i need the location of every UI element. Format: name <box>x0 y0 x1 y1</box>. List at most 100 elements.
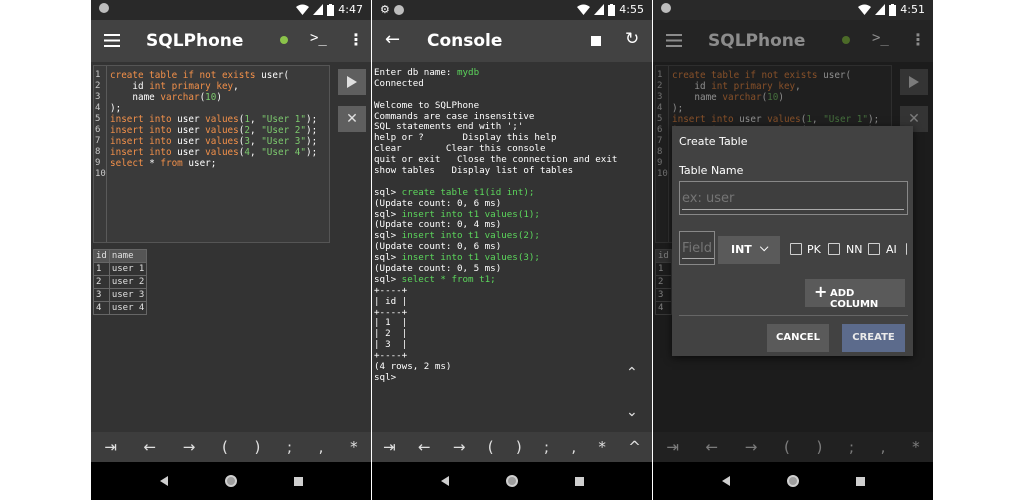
battery-icon <box>889 3 897 16</box>
refresh-icon[interactable]: ↻ <box>625 29 639 49</box>
console-line: | 3 | <box>374 339 648 351</box>
symbol-key[interactable]: ← <box>418 438 431 456</box>
code-text: * <box>149 158 161 169</box>
nn-checkbox[interactable] <box>828 243 840 255</box>
app-bar: ← Console ↻ <box>372 20 652 62</box>
code-line: insert into user values(1, "User 1"); <box>110 114 317 125</box>
console-output[interactable]: Enter db name: mydb Connected Welcome to S… <box>374 67 648 384</box>
symbol-key[interactable]: ( <box>488 438 494 456</box>
code-line: insert into user values(4, "User 4"); <box>110 147 317 158</box>
nav-back-icon[interactable] <box>721 476 730 486</box>
console-text: sql> <box>374 252 402 264</box>
symbol-key[interactable]: → <box>183 438 196 456</box>
kw-token: create table if not exists <box>110 70 262 81</box>
back-arrow-icon[interactable]: ← <box>385 29 400 50</box>
kw-token: values <box>205 114 239 125</box>
dialog-divider <box>679 315 908 316</box>
pk-checkbox-label: PK <box>807 243 821 256</box>
nav-home-icon[interactable] <box>505 475 518 487</box>
symbol-key[interactable]: * <box>598 438 606 456</box>
console-text: sql> <box>374 230 402 242</box>
add-column-button[interactable]: + ADD COLUMN <box>805 279 905 310</box>
line-number: 3 <box>95 92 101 102</box>
symbol-key[interactable]: ( <box>222 438 228 456</box>
symbol-key[interactable]: ; <box>287 438 292 456</box>
console-line: +----+ <box>374 307 648 319</box>
app-bar: SQLPhone >_ ⋮ <box>91 20 371 62</box>
sql-editor[interactable]: 1 2 3 4 5 6 7 8 9 10 create table if not exists u… <box>93 65 330 243</box>
kw-token: insert into <box>110 125 178 136</box>
symbol-key[interactable]: ^ <box>628 438 641 456</box>
kw-token: select <box>110 158 150 169</box>
line-number: 7 <box>95 136 101 146</box>
symbol-key[interactable]: , <box>571 438 576 456</box>
line-number: 4 <box>95 103 101 113</box>
pk-checkbox[interactable] <box>790 243 802 255</box>
nav-recents-icon[interactable] <box>574 476 584 486</box>
code-area[interactable]: create table if not exists user( id int … <box>110 70 317 180</box>
menu-icon[interactable] <box>104 34 120 47</box>
console-text: help or ? Display this help <box>374 132 557 144</box>
line-number: 9 <box>95 158 101 168</box>
table-name-label: Table Name <box>679 164 744 177</box>
console-text: | 3 | <box>374 339 408 351</box>
create-button[interactable]: CREATE <box>842 324 905 352</box>
line-number: 10 <box>95 169 106 179</box>
column-field[interactable] <box>679 231 715 265</box>
run-button[interactable] <box>338 69 366 95</box>
nav-recents-icon[interactable] <box>293 476 303 486</box>
code-text: ); <box>305 125 318 136</box>
chevron-up-icon[interactable]: ⌃ <box>626 365 638 381</box>
more-vert-icon[interactable]: ⋮ <box>348 30 364 49</box>
nav-home-icon[interactable] <box>786 475 799 487</box>
clear-button[interactable]: ✕ <box>338 106 366 132</box>
cancel-button[interactable]: CANCEL <box>767 324 829 352</box>
table-name-field[interactable] <box>679 181 908 215</box>
code-text: , <box>249 114 262 125</box>
nav-back-icon[interactable] <box>440 476 449 486</box>
symbol-key[interactable]: ⇥ <box>383 438 396 456</box>
terminal-icon[interactable]: >_ <box>310 30 327 46</box>
console-line: (4 rows, 2 ms) <box>374 361 648 373</box>
notification-dot-icon <box>99 3 109 13</box>
symbol-key[interactable]: ⇥ <box>104 438 117 456</box>
column-name-input[interactable] <box>682 239 714 259</box>
column-header: id <box>93 249 110 263</box>
code-text: name <box>110 92 161 103</box>
extra-checkbox[interactable] <box>906 243 911 255</box>
stop-icon[interactable] <box>591 36 601 46</box>
code-line: create table if not exists user( <box>110 70 317 81</box>
editor-screen: 4:47 SQLPhone >_ ⋮ 1 2 3 4 5 6 7 8 9 10 create ta… <box>91 0 371 500</box>
symbol-key[interactable]: * <box>350 438 358 456</box>
line-number: 2 <box>95 81 101 91</box>
code-text: user <box>177 136 206 147</box>
table-row: 2user 2 <box>93 275 148 289</box>
console-text: (Update count: 0, 4 ms) <box>374 219 502 231</box>
signal-icon <box>313 4 324 15</box>
nav-recents-icon[interactable] <box>855 476 865 486</box>
table-row: 3user 3 <box>93 288 148 302</box>
chevron-down-icon[interactable]: ⌃ <box>626 402 638 418</box>
nav-back-icon[interactable] <box>159 476 168 486</box>
console-text: Commands are case insensitive <box>374 110 535 122</box>
symbol-key[interactable]: → <box>453 438 466 456</box>
column-type-select[interactable]: INT ⌵ <box>718 236 780 264</box>
ai-checkbox[interactable] <box>868 243 880 255</box>
nav-home-icon[interactable] <box>224 475 237 487</box>
symbol-key[interactable]: ; <box>544 438 549 456</box>
code-text: , <box>249 136 262 147</box>
battery-icon <box>327 3 335 16</box>
table-cell: user 1 <box>108 262 148 276</box>
nav-bar <box>372 462 652 500</box>
console-text: Enter db name: <box>374 67 457 78</box>
console-text: (Update count: 0, 5 ms) <box>374 263 502 275</box>
symbol-key[interactable]: ) <box>254 438 260 456</box>
status-time: 4:51 <box>900 3 925 16</box>
symbol-key[interactable]: , <box>319 438 324 456</box>
console-text: sql> <box>374 371 397 383</box>
console-text: +----+ <box>374 350 408 362</box>
table-name-input[interactable] <box>682 188 904 210</box>
symbol-key[interactable]: ) <box>516 438 522 456</box>
symbol-key[interactable]: ← <box>144 438 157 456</box>
